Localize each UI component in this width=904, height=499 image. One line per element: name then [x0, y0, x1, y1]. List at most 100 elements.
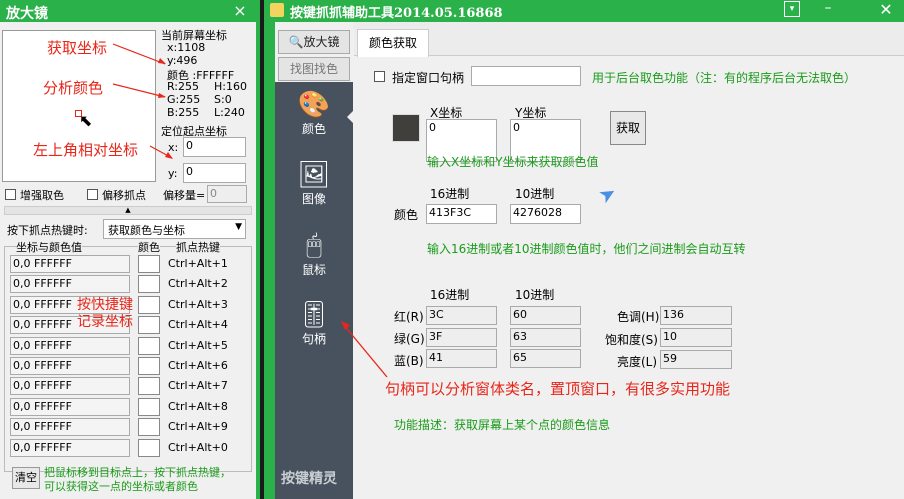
lum-value[interactable]: 59: [660, 350, 732, 369]
collapse-handle[interactable]: ▲: [4, 206, 252, 215]
sidebar: 🔍放大镜 找图找色 🎨 颜色 🖼 图像 🖱 鼠标 🎚 句柄 按键精灵: [275, 22, 354, 499]
magnifier-button[interactable]: 🔍放大镜: [278, 30, 350, 54]
table-row: 0,0 FFFFFF Ctrl+Alt+2: [0, 275, 256, 295]
find-image-color-button[interactable]: 找图找色: [278, 57, 350, 81]
sidebar-item-color-label: 颜色: [301, 122, 326, 136]
row-hotkey: Ctrl+Alt+0: [168, 440, 228, 454]
convert-hint: 输入16进制或者10进制颜色值时，他们之间进制会自动互转: [427, 242, 746, 256]
origin-y-input[interactable]: 0: [183, 163, 246, 183]
row-color-swatch: [138, 397, 160, 416]
hotkey-action-select[interactable]: 获取颜色与坐标 ▼: [103, 219, 246, 239]
menu-icon[interactable]: ▾: [784, 1, 800, 17]
get-color-button[interactable]: 获取: [610, 111, 646, 145]
row-color-swatch: [138, 255, 160, 273]
b-value: B:255: [167, 106, 200, 119]
blue-hex[interactable]: 41: [426, 349, 497, 368]
sidebar-item-mouse[interactable]: 🖱 鼠标: [275, 224, 353, 292]
sidebar-item-color[interactable]: 🎨 颜色: [275, 84, 353, 152]
row-hotkey: Ctrl+Alt+4: [168, 318, 228, 332]
sidebar-item-image-label: 图像: [301, 192, 326, 206]
table-row: 0,0 FFFFFF Ctrl+Alt+1: [0, 255, 256, 275]
row-color-swatch: [138, 357, 160, 375]
row-value[interactable]: 0,0 FFFFFF: [10, 357, 130, 375]
g-value: G:255: [167, 93, 201, 106]
row-color-swatch: [138, 316, 160, 335]
row-value[interactable]: 0,0 FFFFFF: [10, 418, 130, 437]
s-value: S:0: [214, 93, 232, 106]
row-color-swatch: [138, 377, 160, 396]
hue-value[interactable]: 136: [660, 306, 732, 325]
row-value[interactable]: 0,0 FFFFFF: [10, 336, 130, 355]
hint-line-2: 可以获得这一点的坐标或者颜色: [44, 480, 198, 493]
row-hotkey: Ctrl+Alt+5: [168, 338, 228, 352]
close-icon[interactable]: ×: [230, 1, 250, 21]
minimize-icon[interactable]: –: [818, 0, 838, 18]
search-icon: 🔍: [288, 35, 304, 49]
function-description: 功能描述：获取屏幕上某个点的颜色信息: [394, 418, 611, 432]
sidebar-item-mouse-label: 鼠标: [301, 263, 326, 277]
close-icon[interactable]: ✕: [876, 0, 896, 19]
offset-point-checkbox[interactable]: [87, 189, 98, 200]
column-color: 颜色: [138, 239, 160, 255]
row-value[interactable]: 0,0 FFFFFF: [10, 275, 130, 294]
handle-hint: 用于后台取色功能（注：有的程序后台无法取色）: [592, 71, 857, 85]
lum-label: 亮度(L): [617, 355, 658, 369]
dec-input[interactable]: 4276028: [510, 204, 581, 224]
row-value[interactable]: 0,0 FFFFFF: [10, 397, 130, 416]
offset-amount-input[interactable]: 0: [207, 185, 247, 203]
handle-check-label: 指定窗口句柄: [392, 71, 465, 85]
coord-hint: 输入X坐标和Y坐标来获取颜色值: [427, 155, 599, 169]
magnifier-title: 放大镜: [6, 6, 48, 22]
handle-checkbox[interactable]: [374, 71, 385, 82]
mouse-icon: 🖱: [306, 230, 322, 260]
sat-value[interactable]: 10: [660, 328, 732, 347]
row-value[interactable]: 0,0 FFFFFF: [10, 255, 130, 273]
row-hotkey: Ctrl+Alt+7: [168, 379, 228, 393]
sidebar-item-handle-label: 句柄: [301, 332, 326, 346]
red-label: 红(R): [394, 310, 424, 324]
row-value[interactable]: 0,0 FFFFFF: [10, 377, 130, 396]
screen-x-value: x:1108: [167, 41, 206, 54]
enhance-color-checkbox[interactable]: [5, 189, 16, 200]
row-value[interactable]: 0,0 FFFFFF: [10, 438, 130, 457]
sidebar-item-image[interactable]: 🖼 图像: [275, 154, 353, 222]
green-dec[interactable]: 63: [510, 328, 581, 347]
green-label: 绿(G): [394, 332, 425, 346]
palette-icon: 🎨: [297, 90, 331, 120]
row-hotkey: Ctrl+Alt+6: [168, 359, 228, 372]
green-hex[interactable]: 3F: [426, 328, 497, 347]
brand-logo: 按键精灵: [281, 471, 337, 487]
offset-point-label: 偏移抓点: [102, 189, 146, 202]
hex-label: 16进制: [430, 187, 470, 201]
red-dec[interactable]: 60: [510, 306, 581, 325]
active-indicator: [347, 110, 354, 124]
blue-label: 蓝(B): [394, 354, 424, 368]
row-color-swatch: [138, 275, 160, 294]
hex-input[interactable]: 413F3C: [426, 204, 497, 224]
hotkey-action-label: 按下抓点热键时:: [7, 224, 88, 237]
origin-y-label: y:: [168, 167, 178, 180]
magnifier-body: 获取坐标 分析颜色 左上角相对坐标 ⬉ 当前屏幕坐标 x:1108 y:496 …: [0, 22, 256, 499]
red-hex[interactable]: 3C: [426, 306, 497, 325]
origin-x-input[interactable]: 0: [183, 137, 246, 157]
clear-button[interactable]: 清空: [12, 467, 40, 489]
enhance-color-label: 增强取色: [20, 189, 64, 202]
handle-input[interactable]: [471, 66, 581, 86]
cursor-pointer-icon: ➤: [594, 179, 621, 209]
row-hotkey: Ctrl+Alt+1: [168, 257, 228, 270]
image-icon: 🖼: [297, 160, 331, 190]
column-coord-color: 坐标与颜色值: [16, 239, 82, 255]
column-hotkey: 抓点热键: [176, 239, 220, 255]
magnifier-button-label: 放大镜: [303, 35, 340, 49]
dec-label: 10进制: [515, 187, 555, 201]
color-row-label: 颜色: [394, 208, 419, 222]
table-row: 0,0 FFFFFF Ctrl+Alt+9: [0, 418, 256, 438]
r-value: R:255: [167, 80, 200, 93]
blue-dec[interactable]: 65: [510, 349, 581, 368]
hex-label-2: 16进制: [430, 288, 470, 302]
sat-label: 饱和度(S): [605, 333, 658, 347]
tab-color-pick[interactable]: 颜色获取: [357, 29, 429, 57]
row-color-swatch: [138, 295, 160, 314]
magnifier-window: 放大镜 × 获取坐标 分析颜色 左上角相对坐标 ⬉ 当前屏幕坐标 x:1108 …: [0, 0, 260, 499]
main-title: 按键抓抓辅助工具2014.05.16868: [290, 6, 503, 21]
